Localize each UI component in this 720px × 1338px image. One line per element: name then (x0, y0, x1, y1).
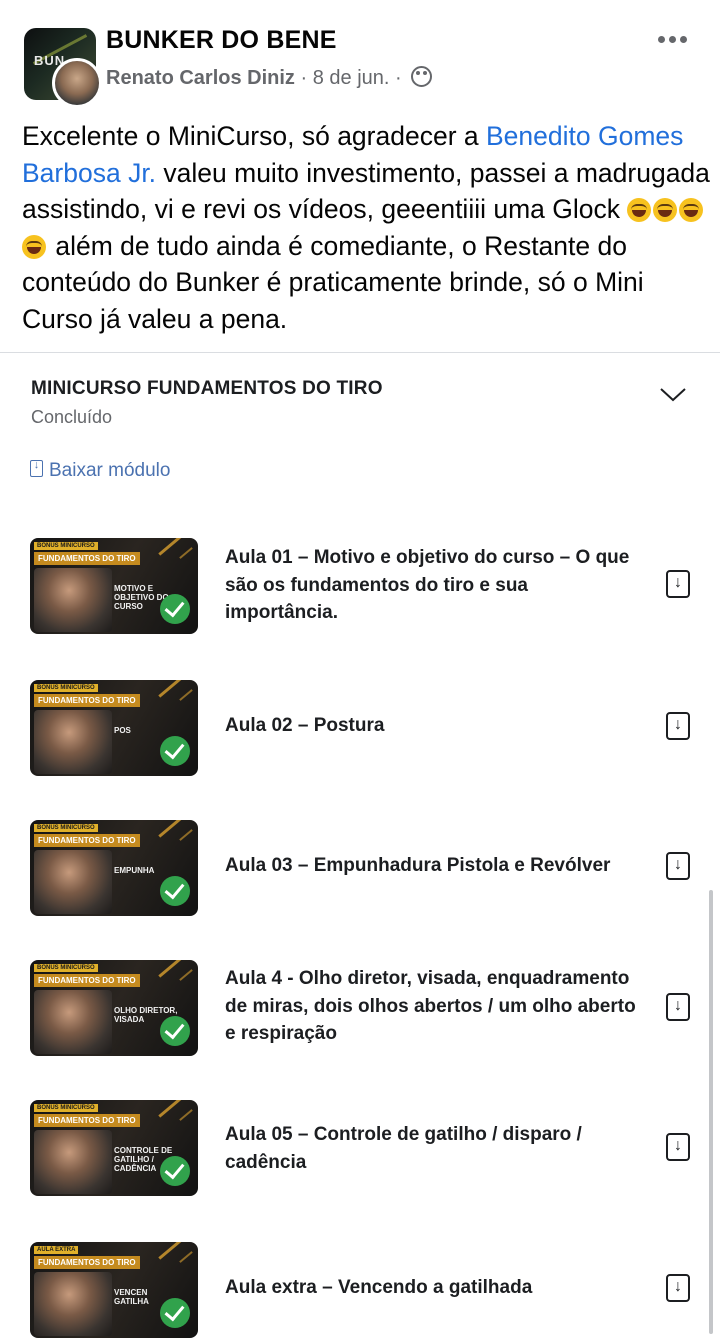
thumbnail-band: FUNDAMENTOS DO TIRO (34, 834, 140, 847)
thumbnail-tag: BÔNUS MINICURSO (34, 684, 98, 692)
post-text-before: Excelente o MiniCurso, só agradecer a (22, 121, 486, 151)
module-status: Concluído (31, 407, 113, 427)
thumbnail-tag: BÔNUS MINICURSO (34, 1104, 98, 1112)
post-meta: Renato Carlos Diniz · 8 de jun. · (106, 66, 433, 90)
download-arrow-icon: ↓ (674, 1137, 682, 1154)
thumbnail-streak-2 (179, 547, 193, 559)
thumbnail-tag: BÔNUS MINICURSO (34, 964, 98, 972)
thumbnail-caption: EMPUNHA (114, 866, 155, 875)
download-arrow-icon: ↓ (674, 997, 682, 1014)
author-name[interactable]: Renato Carlos Diniz (106, 67, 295, 89)
post-header: BUN BUNKER DO BENE Renato Carlos Diniz ·… (0, 0, 720, 110)
post-body: Excelente o MiniCurso, só agradecer a Be… (22, 118, 712, 337)
post-date[interactable]: 8 de jun. (313, 67, 390, 89)
thumbnail-photo (34, 568, 112, 632)
thumbnail-band: FUNDAMENTOS DO TIRO (34, 974, 140, 987)
download-icon[interactable]: ↓ (666, 993, 690, 1021)
thumbnail-tag: BÔNUS MINICURSO (34, 542, 98, 550)
page-name[interactable]: BUNKER DO BENE (106, 26, 337, 55)
lesson-thumbnail[interactable]: BÔNUS MINICURSO FUNDAMENTOS DO TIRO CONTRO… (30, 1100, 198, 1196)
lesson-thumbnail[interactable]: BÔNUS MINICURSO FUNDAMENTOS DO TIRO OLHO D… (30, 960, 198, 1056)
thumbnail-streak (158, 960, 182, 978)
thumbnail-tag: BÔNUS MINICURSO (34, 824, 98, 832)
download-icon[interactable]: ↓ (666, 712, 690, 740)
emoji-laughing-4 (22, 234, 46, 259)
thumbnail-streak (158, 820, 182, 838)
thumbnail-photo (34, 850, 112, 914)
download-arrow-icon: ↓ (674, 574, 682, 591)
thumbnail-photo (34, 1130, 112, 1194)
thumbnail-streak (158, 1100, 182, 1118)
thumbnail-photo (34, 1272, 112, 1336)
completed-check-icon (160, 736, 190, 766)
emoji-laughing-1 (627, 198, 652, 222)
author-avatar[interactable] (52, 58, 102, 108)
divider (0, 352, 720, 353)
download-icon[interactable]: ↓ (666, 852, 690, 880)
thumbnail-streak-2 (179, 969, 193, 981)
completed-check-icon (160, 1298, 190, 1328)
completed-check-icon (160, 1156, 190, 1186)
more-options-icon[interactable] (656, 36, 688, 44)
lesson-title[interactable]: Aula 05 – Controle de gatilho / disparo … (225, 1121, 645, 1176)
scrollbar[interactable] (709, 890, 713, 1334)
download-module-label: Baixar módulo (49, 460, 171, 481)
download-icon[interactable]: ↓ (666, 570, 690, 598)
download-arrow-icon: ↓ (674, 716, 682, 733)
completed-check-icon (160, 876, 190, 906)
download-icon[interactable]: ↓ (666, 1274, 690, 1302)
download-module-icon (30, 459, 43, 477)
thumbnail-band: FUNDAMENTOS DO TIRO (34, 1256, 140, 1269)
thumbnail-streak-2 (179, 1109, 193, 1121)
thumbnail-streak (158, 1242, 182, 1260)
thumbnail-streak (158, 680, 182, 698)
lesson-thumbnail[interactable]: BÔNUS MINICURSO FUNDAMENTOS DO TIRO MOTIVO… (30, 538, 198, 634)
thumbnail-streak-2 (179, 829, 193, 841)
emoji-laughing-2 (653, 198, 678, 222)
download-arrow-icon: ↓ (674, 856, 682, 873)
download-icon[interactable]: ↓ (666, 1133, 690, 1161)
thumbnail-streak-2 (179, 689, 193, 701)
thumbnail-caption: POS (114, 726, 131, 735)
lesson-thumbnail[interactable]: BÔNUS MINICURSO FUNDAMENTOS DO TIRO POS (30, 680, 198, 776)
lesson-thumbnail[interactable]: AULA EXTRA FUNDAMENTOS DO TIRO VENCEN GATI… (30, 1242, 198, 1338)
thumbnail-band: FUNDAMENTOS DO TIRO (34, 1114, 140, 1127)
completed-check-icon (160, 1016, 190, 1046)
lesson-title[interactable]: Aula 4 - Olho diretor, visada, enquadram… (225, 965, 645, 1048)
lesson-title[interactable]: Aula 02 – Postura (225, 712, 645, 740)
chevron-down-icon[interactable] (660, 388, 686, 402)
thumbnail-band: FUNDAMENTOS DO TIRO (34, 552, 140, 565)
meta-separator: · (300, 67, 308, 89)
download-arrow-icon: ↓ (674, 1278, 682, 1295)
lesson-title[interactable]: Aula 03 – Empunhadura Pistola e Revólver (225, 852, 645, 880)
lesson-title[interactable]: Aula extra – Vencendo a gatilhada (225, 1274, 645, 1302)
thumbnail-band: FUNDAMENTOS DO TIRO (34, 694, 140, 707)
download-module-link[interactable]: Baixar módulo (30, 459, 171, 482)
thumbnail-streak-2 (179, 1251, 193, 1263)
thumbnail-streak (158, 538, 182, 556)
lesson-thumbnail[interactable]: BÔNUS MINICURSO FUNDAMENTOS DO TIRO EMPUNH… (30, 820, 198, 916)
audience-icon[interactable] (411, 66, 433, 87)
emoji-laughing-3 (679, 198, 704, 222)
post-text-after: além de tudo ainda é comediante, o Resta… (22, 230, 644, 334)
meta-separator-2: · (395, 67, 402, 89)
thumbnail-tag: AULA EXTRA (34, 1246, 79, 1254)
completed-check-icon (160, 594, 190, 624)
module-title[interactable]: MINICURSO FUNDAMENTOS DO TIRO (31, 378, 383, 400)
lesson-title[interactable]: Aula 01 – Motivo e objetivo do curso – O… (225, 544, 645, 627)
thumbnail-photo (34, 990, 112, 1054)
thumbnail-photo (34, 710, 112, 774)
